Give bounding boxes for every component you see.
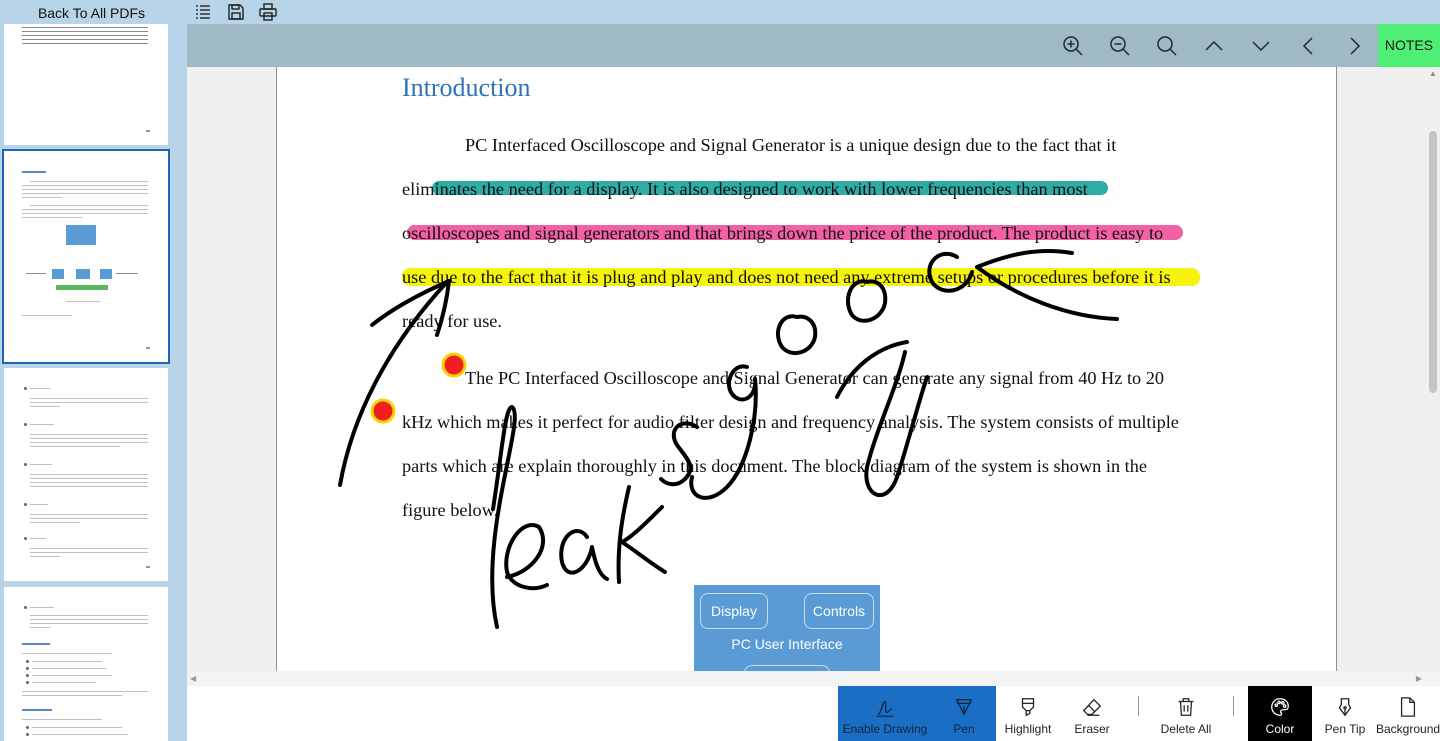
paragraph-line: oscilloscopes and signal generators and … bbox=[402, 223, 1164, 243]
page-thumbnails-sidebar[interactable] bbox=[0, 24, 186, 741]
back-to-all-pdfs-button[interactable]: Back To All PDFs bbox=[0, 0, 183, 24]
eraser-icon bbox=[1062, 696, 1122, 718]
paragraph-line: PC Interfaced Oscilloscope and Signal Ge… bbox=[465, 135, 1117, 155]
vertical-scrollbar[interactable]: ▲ bbox=[1426, 67, 1440, 686]
pen-tip-label: Pen Tip bbox=[1324, 722, 1366, 736]
zoom-out-icon[interactable] bbox=[1108, 34, 1132, 58]
paragraph-line: use due to the fact that it is plug and … bbox=[402, 267, 1171, 287]
enable-drawing-label: Enable Drawing bbox=[842, 722, 928, 736]
zoom-in-icon[interactable] bbox=[1061, 34, 1085, 58]
pen-signature-icon bbox=[838, 696, 932, 718]
drawing-command-bar: Enable Drawing Pen Highlight Eraser Dele… bbox=[187, 686, 1440, 741]
chevron-up-icon[interactable] bbox=[1202, 34, 1226, 58]
diagram-controls-block: Controls bbox=[804, 593, 874, 629]
page-thumbnail-selected[interactable] bbox=[2, 149, 170, 364]
highlight-button[interactable]: Highlight bbox=[998, 686, 1058, 741]
color-label: Color bbox=[1265, 722, 1295, 736]
scroll-up-arrow-icon[interactable]: ▲ bbox=[1429, 69, 1437, 78]
diagram-title: PC User Interface bbox=[731, 636, 843, 652]
paragraph-line: The PC Interfaced Oscilloscope and Signa… bbox=[465, 368, 1165, 388]
list-icon[interactable] bbox=[193, 2, 213, 22]
page-thumbnail[interactable] bbox=[4, 24, 168, 145]
paragraph-line: eliminates the need for a display. It is… bbox=[402, 179, 1088, 199]
paragraph-line: kHz which makes it perfect for audio fil… bbox=[402, 412, 1179, 432]
paragraph-line: parts which are explain thoroughly in th… bbox=[402, 456, 1147, 476]
pen-tip-icon bbox=[1314, 696, 1376, 718]
document-toolbar: NOTES bbox=[187, 24, 1440, 67]
print-icon[interactable] bbox=[258, 2, 278, 22]
page-thumbnail[interactable] bbox=[4, 368, 168, 581]
chevron-left-icon[interactable] bbox=[1296, 34, 1320, 58]
diagram-stub-block bbox=[744, 665, 830, 671]
block-diagram: Display Controls PC User Interface bbox=[694, 585, 880, 671]
chevron-down-icon[interactable] bbox=[1249, 34, 1273, 58]
scroll-right-arrow-icon[interactable]: ▶ bbox=[1416, 674, 1422, 683]
delete-all-button[interactable]: Delete All bbox=[1153, 686, 1219, 741]
section-heading: Introduction bbox=[402, 73, 531, 102]
eraser-button[interactable]: Eraser bbox=[1062, 686, 1122, 741]
pdf-editor-app: Back To All PDFs NOTES Introduction PC I… bbox=[0, 0, 1440, 741]
document-viewer[interactable]: Introduction PC Interfaced Oscilloscope … bbox=[187, 67, 1440, 686]
pen-button[interactable]: Pen bbox=[932, 686, 996, 741]
chevron-right-icon[interactable] bbox=[1343, 34, 1367, 58]
enable-drawing-button[interactable]: Enable Drawing bbox=[838, 686, 932, 741]
scroll-left-arrow-icon[interactable]: ◀ bbox=[190, 674, 196, 683]
search-icon[interactable] bbox=[1155, 34, 1179, 58]
notes-button[interactable]: NOTES bbox=[1378, 24, 1440, 67]
pen-label: Pen bbox=[953, 722, 975, 736]
page-thumbnail[interactable] bbox=[4, 587, 168, 741]
pdf-page[interactable]: Introduction PC Interfaced Oscilloscope … bbox=[276, 67, 1337, 671]
horizontal-scrollbar[interactable]: ◀ ▶ bbox=[187, 672, 1440, 686]
trash-icon bbox=[1153, 696, 1219, 718]
background-label: Background bbox=[1376, 722, 1440, 736]
command-separator bbox=[1138, 696, 1139, 716]
pen-tip-button[interactable]: Pen Tip bbox=[1314, 686, 1376, 741]
paragraph-line: figure below. bbox=[402, 500, 499, 520]
save-icon[interactable] bbox=[226, 2, 246, 22]
background-button[interactable]: Background bbox=[1376, 686, 1440, 741]
vertical-scroll-thumb[interactable] bbox=[1429, 131, 1437, 393]
delete-all-label: Delete All bbox=[1160, 722, 1212, 736]
command-separator bbox=[1233, 696, 1234, 716]
color-button[interactable]: Color bbox=[1248, 686, 1312, 741]
page-icon bbox=[1376, 696, 1440, 718]
palette-icon bbox=[1248, 696, 1312, 718]
paragraph-line: ready for use. bbox=[402, 311, 502, 331]
highlight-label: Highlight bbox=[1004, 722, 1052, 736]
pen-nib-icon bbox=[932, 696, 996, 718]
highlighter-icon bbox=[998, 696, 1058, 718]
eraser-label: Eraser bbox=[1074, 722, 1110, 736]
top-bar: Back To All PDFs bbox=[0, 0, 1440, 24]
diagram-display-block: Display bbox=[700, 593, 768, 629]
